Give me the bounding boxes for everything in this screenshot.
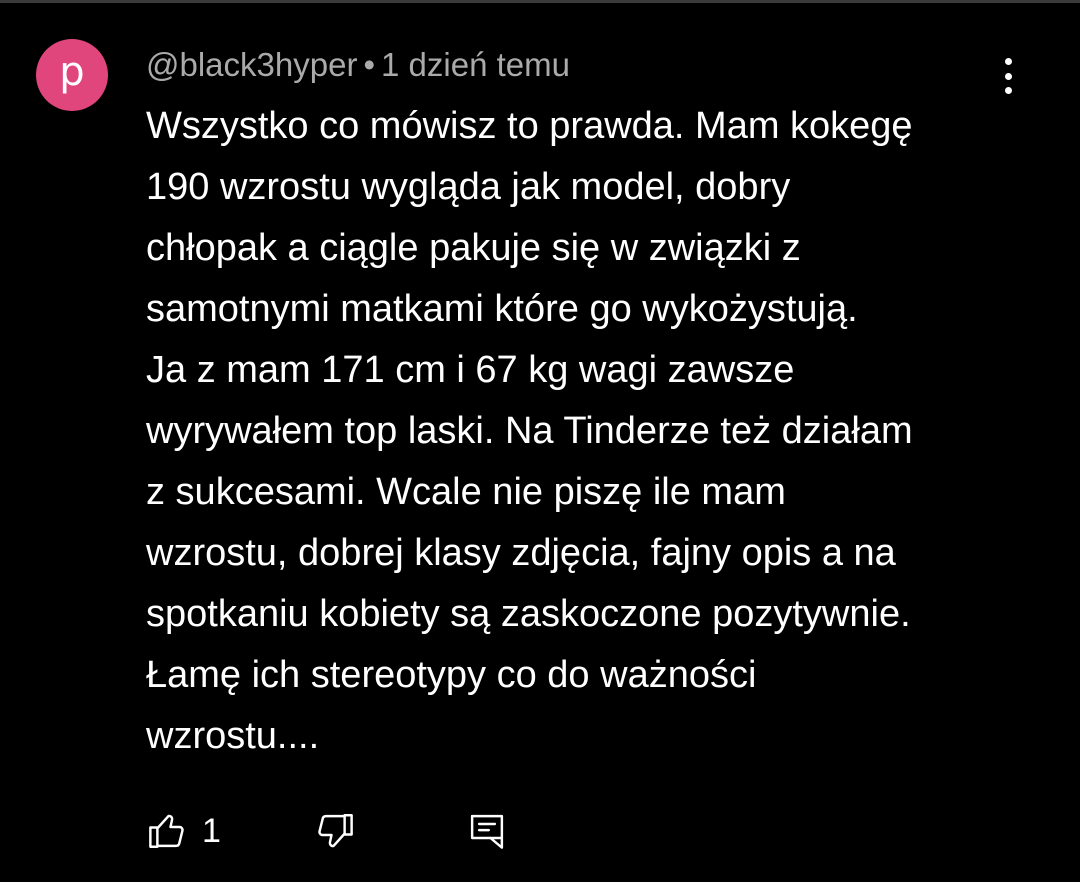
- comment-line: wyrywałem top laski. Na Tinderze też dzi…: [146, 410, 913, 452]
- comment-meta: @black3hyper • 1 dzień temu: [146, 46, 570, 84]
- avatar[interactable]: p: [36, 39, 108, 111]
- comment-line: z sukcesami. Wcale nie piszę ile mam: [146, 471, 786, 513]
- reply-button[interactable]: [466, 806, 508, 856]
- more-options-button[interactable]: [988, 54, 1028, 98]
- comment-line: spotkaniu kobiety są zaskoczone pozytywn…: [146, 593, 911, 635]
- reply-comment-icon: [466, 810, 508, 852]
- more-vert-icon-dot: [1004, 87, 1012, 94]
- comment-body: Wszystko co mówisz to prawda. Mam kokegę…: [146, 96, 1026, 767]
- comment-actions: 1: [146, 806, 546, 856]
- comment-line: chłopak a ciągle pakuje się w związki z: [146, 227, 801, 269]
- comment-line: Łamę ich stereotypy co do ważności: [146, 654, 757, 696]
- comment-line: Ja z mam 171 cm i 67 kg wagi zawsze: [146, 349, 795, 391]
- more-vert-icon: [1004, 58, 1012, 65]
- like-count: 1: [202, 811, 221, 850]
- thumbs-down-icon: [314, 810, 356, 852]
- comment-line: wzrostu, dobrej klasy zdjęcia, fajny opi…: [146, 532, 896, 574]
- meta-separator: •: [363, 46, 376, 83]
- dislike-button[interactable]: [314, 806, 356, 856]
- comment-line: 190 wzrostu wygląda jak model, dobry: [146, 166, 791, 208]
- top-divider: [0, 0, 1080, 3]
- comment-line: Wszystko co mówisz to prawda. Mam kokegę: [146, 105, 913, 147]
- thumbs-up-icon: [146, 810, 188, 852]
- author-handle[interactable]: @black3hyper: [146, 46, 357, 83]
- comment-line: samotnymi matkami które go wykożystują.: [146, 288, 858, 330]
- more-vert-icon-dot: [1004, 72, 1012, 80]
- comment-line: wzrostu....: [146, 715, 320, 757]
- comment-timestamp: 1 dzień temu: [381, 46, 570, 83]
- avatar-letter: p: [59, 49, 85, 95]
- like-button[interactable]: 1: [146, 806, 221, 856]
